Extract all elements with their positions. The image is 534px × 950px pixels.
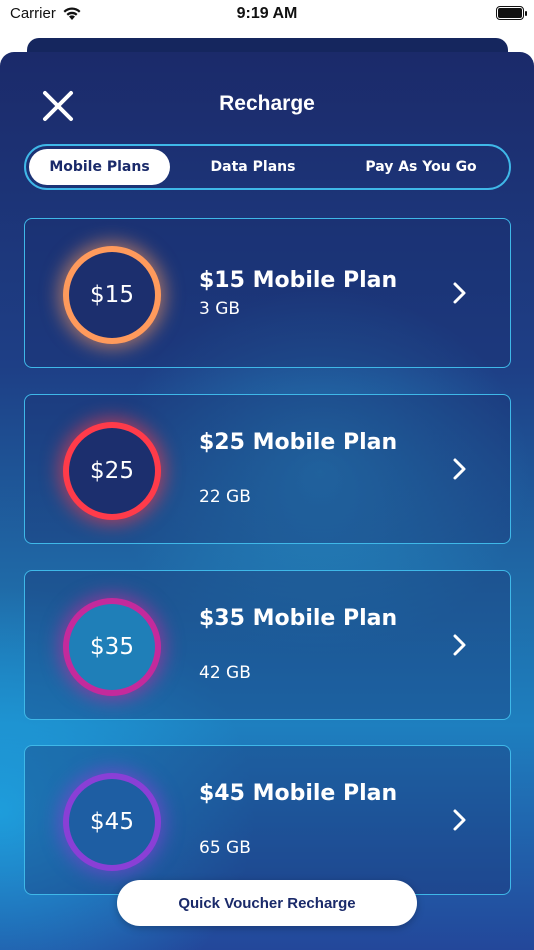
price-badge: $25 [69,428,155,514]
header: Recharge [0,52,534,142]
plan-name: $25 Mobile Plan [199,430,398,455]
battery-icon [496,6,527,20]
plan-name: $45 Mobile Plan [199,781,398,806]
status-time: 9:19 AM [236,5,298,22]
chevron-right-icon [453,282,466,304]
plan-card-45[interactable]: $45 $45 Mobile Plan 65 GB [24,745,511,895]
price-badge: $35 [69,604,155,690]
tab-mobile-plans[interactable]: Mobile Plans [29,149,170,185]
price-label: $45 [90,809,134,835]
tab-data-plans[interactable]: Data Plans [183,149,323,185]
plan-data: 3 GB [199,299,241,319]
price-badge: $15 [69,252,155,338]
price-label: $25 [90,458,134,484]
plan-data: 65 GB [199,838,251,858]
plan-data: 42 GB [199,663,251,683]
chevron-right-icon [453,458,466,480]
price-label: $35 [90,634,134,660]
plan-card-25[interactable]: $25 $25 Mobile Plan 22 GB [24,394,511,544]
tab-pay-as-you-go[interactable]: Pay As You Go [344,149,498,185]
plan-card-15[interactable]: $15 $15 Mobile Plan 3 GB [24,218,511,368]
plan-name: $15 Mobile Plan [199,268,398,293]
plan-name: $35 Mobile Plan [199,606,398,631]
chevron-right-icon [453,634,466,656]
plan-type-tabs: Mobile Plans Data Plans Pay As You Go [24,144,511,190]
price-badge: $45 [69,779,155,865]
page-title: Recharge [219,92,315,115]
price-label: $15 [90,282,134,308]
chevron-right-icon [453,809,466,831]
quick-voucher-recharge-button[interactable]: Quick Voucher Recharge [117,880,417,926]
plan-card-35[interactable]: $35 $35 Mobile Plan 42 GB [24,570,511,720]
plan-data: 22 GB [199,487,251,507]
status-bar: Carrier 9:19 AM [0,0,534,30]
recharge-sheet: Recharge Mobile Plans Data Plans Pay As … [0,52,534,950]
